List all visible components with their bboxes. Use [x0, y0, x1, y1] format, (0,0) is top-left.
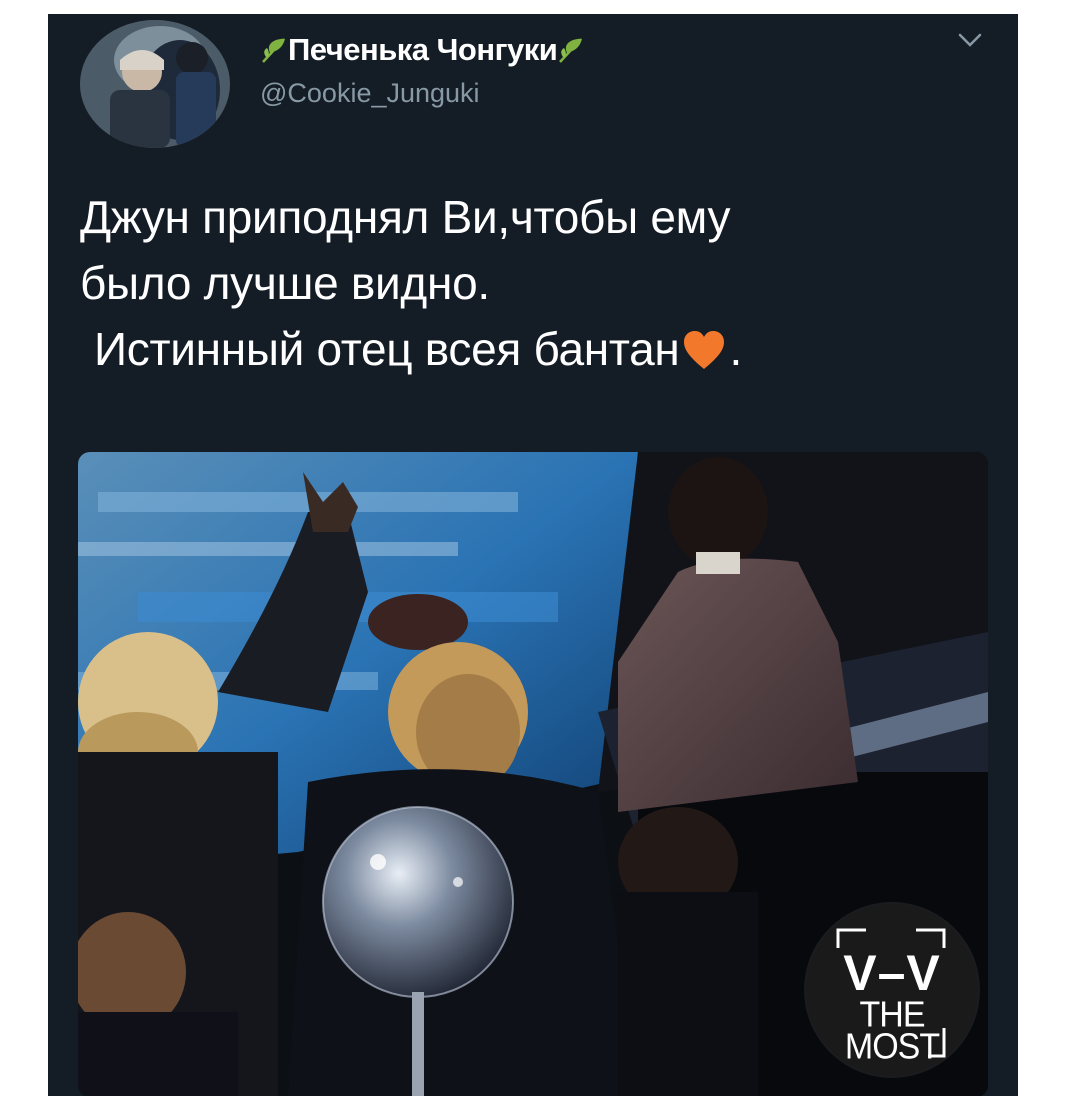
- orange-heart-icon: [683, 331, 724, 369]
- chevron-down-icon[interactable]: [956, 30, 984, 50]
- tweet-text-line: было лучше видно.: [80, 257, 490, 309]
- tweet-text-segment: .: [729, 323, 743, 375]
- tweet-text: Джун приподнял Ви,чтобы ему было лучше в…: [80, 184, 980, 382]
- display-name[interactable]: Печенька Чонгуки: [260, 32, 585, 68]
- tweet-card: Печенька Чонгуки @Cookie_Junguki Джун пр…: [48, 14, 1018, 1096]
- watermark-text: V–V: [843, 945, 941, 1001]
- tweet-text-line: Истинный отец всея бантан.: [80, 316, 980, 382]
- user-handle[interactable]: @Cookie_Junguki: [260, 78, 585, 109]
- avatar[interactable]: [80, 20, 230, 148]
- author-block: Печенька Чонгуки @Cookie_Junguki: [260, 32, 585, 109]
- watermark-text: MOST: [844, 1027, 940, 1067]
- tweet-text-line: Джун приподнял Ви,чтобы ему: [80, 191, 731, 243]
- watermark-logo: V–V THE MOST: [806, 904, 978, 1076]
- display-name-text: Печенька Чонгуки: [288, 32, 558, 67]
- tweet-text-segment: Истинный отец всея бантан: [94, 323, 680, 375]
- leaf-icon: [262, 38, 285, 63]
- leaf-icon: [559, 38, 583, 63]
